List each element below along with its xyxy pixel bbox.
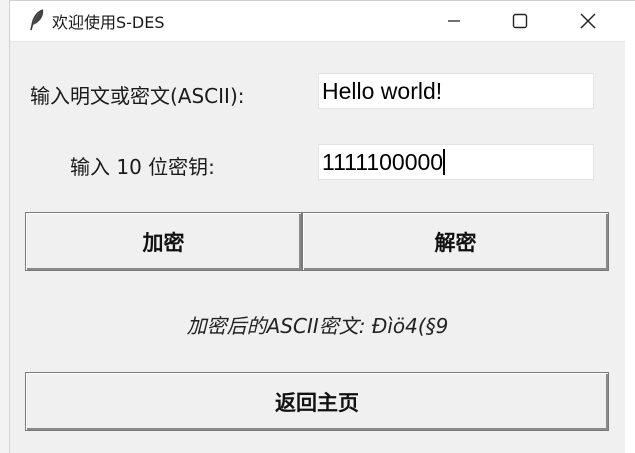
decrypt-button[interactable]: 解密: [302, 212, 609, 271]
encrypt-button[interactable]: 加密: [25, 212, 302, 271]
minimize-icon: [448, 20, 460, 22]
maximize-icon: [512, 13, 528, 29]
home-button[interactable]: 返回主页: [25, 372, 609, 431]
feather-icon: [28, 9, 46, 31]
key-label: 输入 10 位密钥:: [70, 155, 215, 179]
plaintext-label: 输入明文或密文(ASCII):: [30, 84, 245, 108]
close-icon: [580, 13, 596, 29]
key-value: 1111100000: [322, 149, 444, 175]
text-cursor: [443, 149, 446, 175]
maximize-button[interactable]: [497, 5, 543, 37]
result-text: 加密后的ASCII密文: Ðìö4(§9: [186, 314, 449, 338]
key-input[interactable]: 1111100000: [318, 144, 594, 180]
app-window: 欢迎使用S-DES 输入明文或密文(ASCII): Hello world! 输…: [10, 1, 625, 453]
plaintext-input[interactable]: Hello world!: [318, 73, 594, 109]
title-bar[interactable]: 欢迎使用S-DES: [10, 1, 625, 42]
minimize-button[interactable]: [431, 5, 477, 37]
window-title: 欢迎使用S-DES: [52, 13, 165, 32]
close-button[interactable]: [565, 5, 611, 37]
plaintext-value: Hello world!: [322, 78, 443, 104]
